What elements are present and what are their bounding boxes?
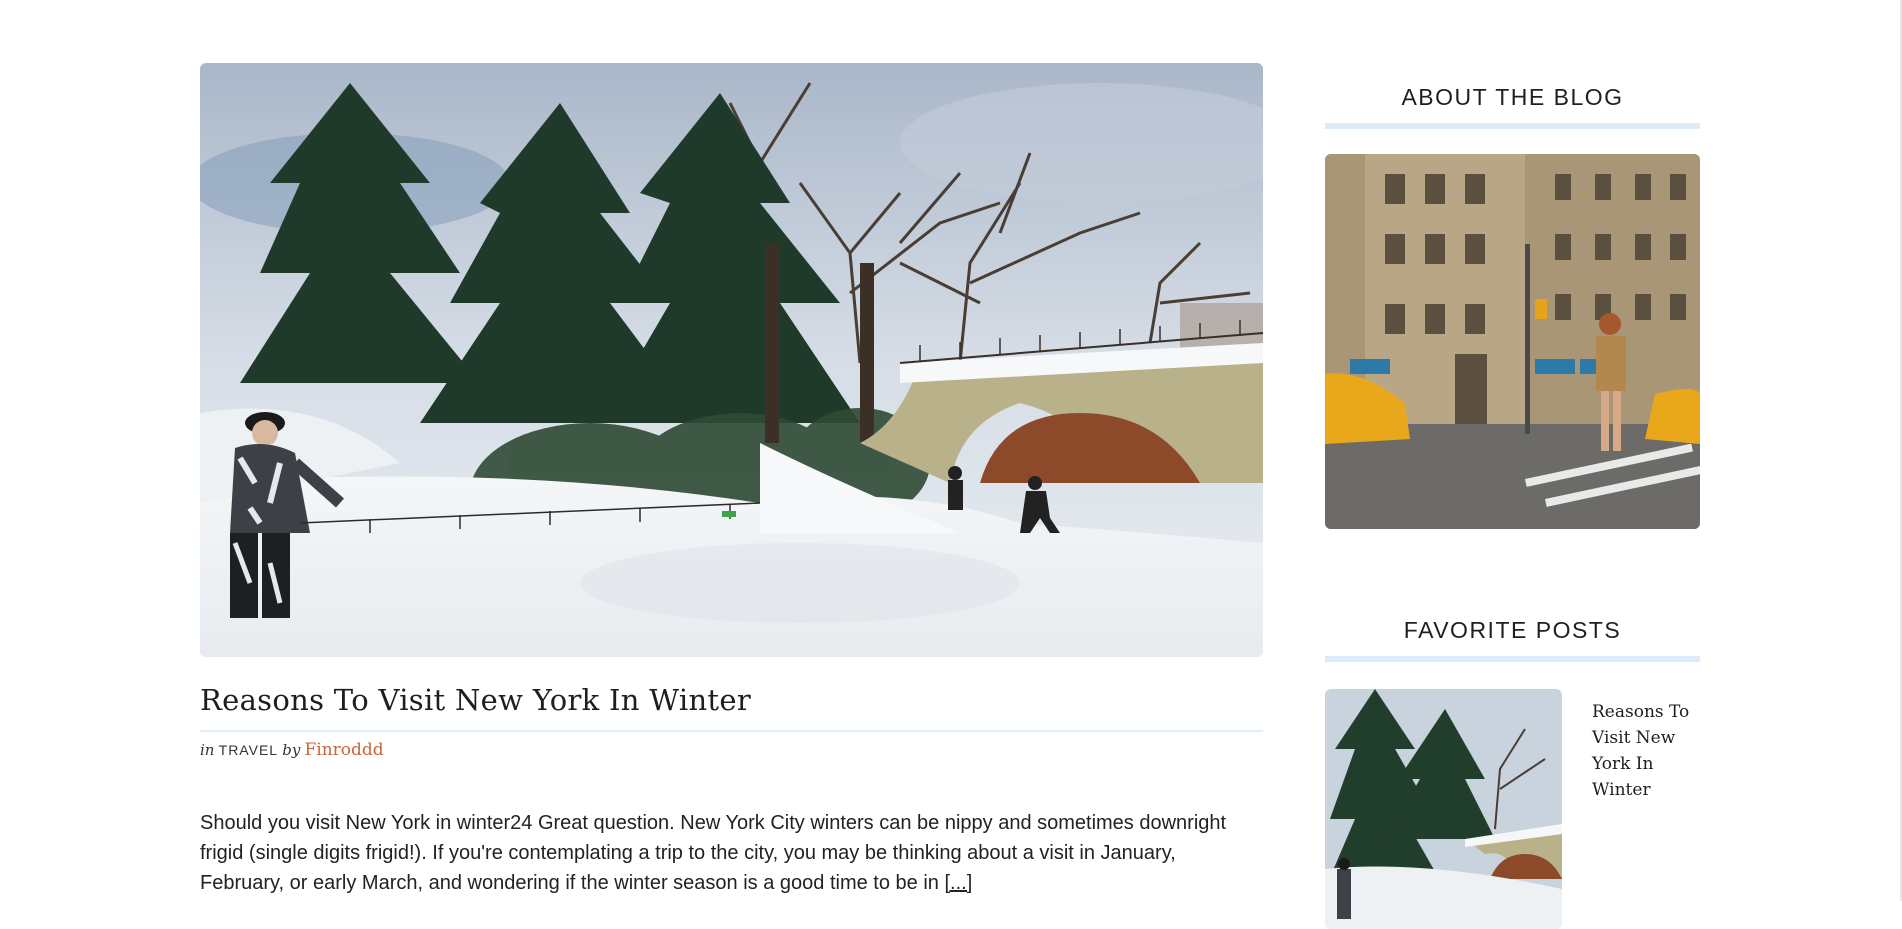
favorite-post-title[interactable]: Reasons To Visit New York In Winter bbox=[1592, 699, 1692, 929]
favorite-post-thumbnail[interactable] bbox=[1325, 689, 1562, 929]
meta-by-label: by bbox=[282, 740, 301, 759]
excerpt-text: Should you visit New York in winter24 Gr… bbox=[200, 811, 1227, 894]
favorite-post-item[interactable]: Reasons To Visit New York In Winter bbox=[1325, 689, 1700, 929]
favorites-widget-divider bbox=[1325, 656, 1700, 662]
post-featured-image[interactable] bbox=[200, 63, 1263, 657]
title-divider bbox=[200, 729, 1263, 732]
post-meta: in TRAVEL by Finroddd bbox=[200, 740, 1263, 760]
about-blog-image bbox=[1325, 154, 1700, 529]
favorites-widget: FAVORITE POSTS Reasons To Visit New York… bbox=[1325, 617, 1700, 929]
main-content: Reasons To Visit New York In Winter in T… bbox=[200, 63, 1263, 898]
read-more-link[interactable]: [...] bbox=[944, 872, 972, 894]
about-widget-divider bbox=[1325, 123, 1700, 129]
meta-in-label: in bbox=[200, 740, 215, 759]
post-excerpt: Should you visit New York in winter24 Gr… bbox=[200, 808, 1263, 898]
about-widget-title: ABOUT THE BLOG bbox=[1401, 84, 1624, 110]
favorites-widget-title: FAVORITE POSTS bbox=[1403, 617, 1622, 643]
post-title[interactable]: Reasons To Visit New York In Winter bbox=[200, 683, 1263, 718]
category-link[interactable]: TRAVEL bbox=[219, 742, 278, 758]
author-link[interactable]: Finroddd bbox=[305, 740, 384, 760]
about-widget: ABOUT THE BLOG bbox=[1325, 84, 1700, 529]
sidebar: ABOUT THE BLOG FAVORITE POSTS Reasons To… bbox=[1325, 84, 1700, 929]
